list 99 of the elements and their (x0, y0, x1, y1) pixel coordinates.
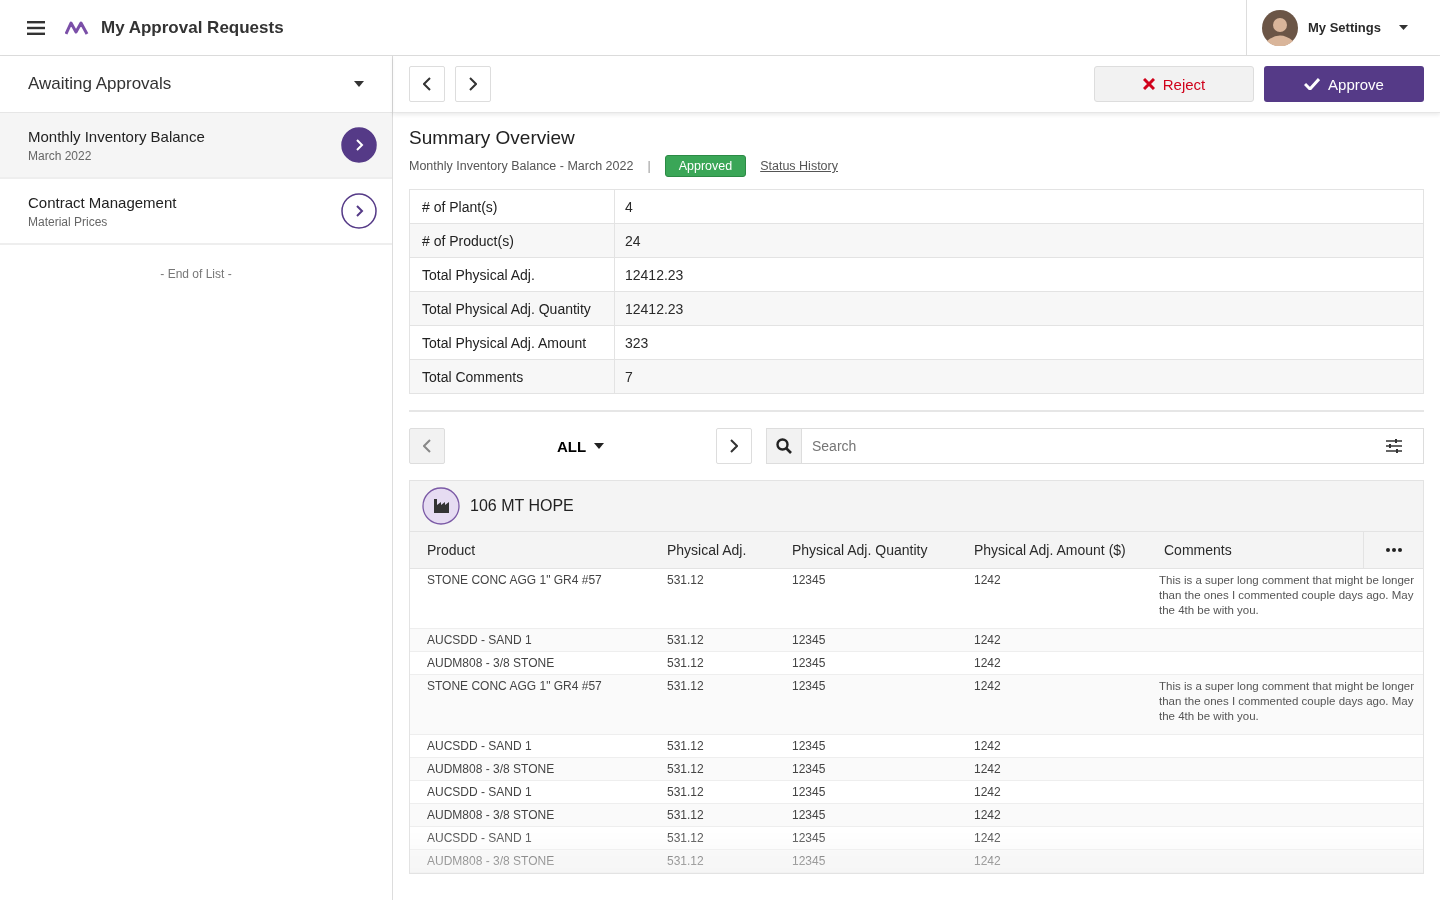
table-cell-text: 12345 (791, 739, 827, 753)
summary-value: 24 (624, 231, 641, 251)
filter-sliders-icon[interactable] (1386, 439, 1402, 453)
caret-icon (1398, 25, 1408, 30)
close-icon (1142, 78, 1155, 90)
avatar-icon (1262, 9, 1298, 46)
table-cell-text: 1242 (973, 762, 1002, 776)
table-cell-text: 12345 (791, 656, 827, 670)
chevron-right-icon (469, 77, 477, 91)
next-button[interactable] (455, 66, 491, 102)
table-cell-text: AUCSDD - SAND 1 (426, 831, 533, 845)
factory-icon (422, 487, 460, 525)
table-cell-text: 12345 (791, 762, 827, 776)
table-cell-text: 531.12 (666, 808, 705, 822)
table-cell-text: STONE CONC AGG 1" GR4 #57 (426, 573, 603, 589)
item-title: Monthly Inventory Balance (28, 127, 205, 145)
chevron-left-icon (423, 439, 431, 453)
summary-label: # of Product(s) (410, 224, 615, 257)
table-cell-text: AUDM808 - 3/8 STONE (426, 854, 556, 868)
column-header: Physical Adj. (666, 542, 748, 558)
table-cell-text: 1242 (973, 785, 1002, 799)
item-subtitle: March 2022 (28, 148, 93, 163)
reject-button[interactable]: Reject (1094, 66, 1254, 102)
table-cell-text: 531.12 (666, 633, 705, 647)
chevron-right-icon (341, 127, 377, 163)
summary-subtitle: Monthly Inventory Balance - March 2022 (409, 159, 634, 173)
table-cell-text: 12345 (791, 785, 827, 799)
table-cell-text: 531.12 (666, 573, 705, 589)
table-cell-text: AUDM808 - 3/8 STONE (426, 656, 556, 670)
summary-label: Total Physical Adj. Amount (410, 326, 615, 359)
column-header: Comments (1163, 542, 1233, 558)
table-cell-text: AUDM808 - 3/8 STONE (426, 762, 556, 776)
summary-value: 7 (624, 367, 633, 387)
table-cell-text: 1242 (973, 633, 1002, 647)
table-cell-text: AUCSDD - SAND 1 (426, 739, 533, 753)
summary-value: 12412.23 (624, 265, 684, 285)
item-title: Contract Management (28, 193, 177, 211)
search-field[interactable]: Search (802, 428, 1424, 464)
table-cell-text: 531.12 (666, 831, 705, 845)
plant-name: 106 MT HOPE (470, 497, 574, 515)
summary-label: Total Comments (410, 360, 615, 393)
column-header: Product (426, 542, 477, 558)
table-cell-text: 1242 (973, 656, 1002, 670)
item-subtitle: Material Prices (28, 214, 109, 229)
request-item[interactable]: Monthly Inventory Balance March 2022 (0, 113, 392, 179)
table-cell-text: This is a super long comment that might be longer than the ones I commented couple days ago. May the 4th be with you. (1158, 679, 1416, 724)
table-cell-text: AUCSDD - SAND 1 (426, 633, 533, 647)
caret-icon (354, 81, 364, 87)
chevron-left-icon (423, 77, 431, 91)
section-title: Summary Overview (409, 127, 576, 149)
table-cell-text: 12345 (791, 679, 827, 695)
table-cell-text: 531.12 (666, 785, 705, 799)
table-cell-text: This is a super long comment that might be longer than the ones I commented couple days ago. May the 4th be with you. (1158, 573, 1416, 618)
table-cell-text: AUCSDD - SAND 1 (426, 785, 533, 799)
settings-menu[interactable]: My Settings (1246, 0, 1440, 55)
end-of-list-text: - End of List - (159, 267, 233, 281)
summary-label: Total Physical Adj. Quantity (410, 292, 615, 325)
table-cell-text: 12345 (791, 854, 827, 868)
table-cell-text: 1242 (973, 573, 1002, 589)
status-history-link[interactable]: Status History (760, 159, 838, 173)
logo-icon (65, 20, 89, 35)
table-cell-text: 531.12 (666, 762, 705, 776)
menu-icon[interactable] (27, 20, 45, 35)
summary-value: 4 (624, 197, 633, 217)
table-cell-text: 12345 (791, 808, 827, 822)
next-button[interactable] (716, 428, 752, 464)
table-cell-text: 1242 (973, 854, 1002, 868)
table-cell-text: 531.12 (666, 739, 705, 753)
checkmark-icon (1304, 78, 1321, 90)
app-title: My Approval Requests (101, 17, 284, 38)
table-cell-text: 12345 (791, 831, 827, 845)
previous-button[interactable] (409, 66, 445, 102)
table-cell-text: AUDM808 - 3/8 STONE (426, 808, 556, 822)
summary-value: 323 (624, 333, 649, 353)
more-icon[interactable] (1385, 548, 1402, 552)
approve-button[interactable]: Approve (1264, 66, 1424, 102)
search-button[interactable] (766, 428, 802, 464)
table-cell-text: 1242 (973, 808, 1002, 822)
table-cell-text: 1242 (973, 739, 1002, 753)
separator: | (647, 159, 651, 173)
table-cell-text: 1242 (973, 831, 1002, 845)
summary-label: # of Plant(s) (410, 190, 615, 223)
summary-label: Total Physical Adj. (410, 258, 615, 291)
column-header: Physical Adj. Quantity (791, 542, 929, 558)
table-cell-text: 531.12 (666, 854, 705, 868)
table-cell-text: 531.12 (666, 656, 705, 670)
table-cell-text: 12345 (791, 633, 827, 647)
caret-icon (594, 443, 605, 449)
table-cell-text: STONE CONC AGG 1" GR4 #57 (426, 679, 603, 695)
status-badge: Approved (664, 155, 747, 177)
scope-dropdown[interactable]: ALL (459, 428, 702, 464)
column-header: Physical Adj. Amount ($) (973, 542, 1127, 558)
search-icon (776, 438, 792, 454)
table-cell-text: 1242 (973, 679, 1002, 695)
table-cell-text: 12345 (791, 573, 827, 589)
table-cell-text: 531.12 (666, 679, 705, 695)
summary-value: 12412.23 (624, 299, 684, 319)
chevron-right-icon (730, 439, 738, 453)
chevron-right-icon (341, 193, 377, 229)
